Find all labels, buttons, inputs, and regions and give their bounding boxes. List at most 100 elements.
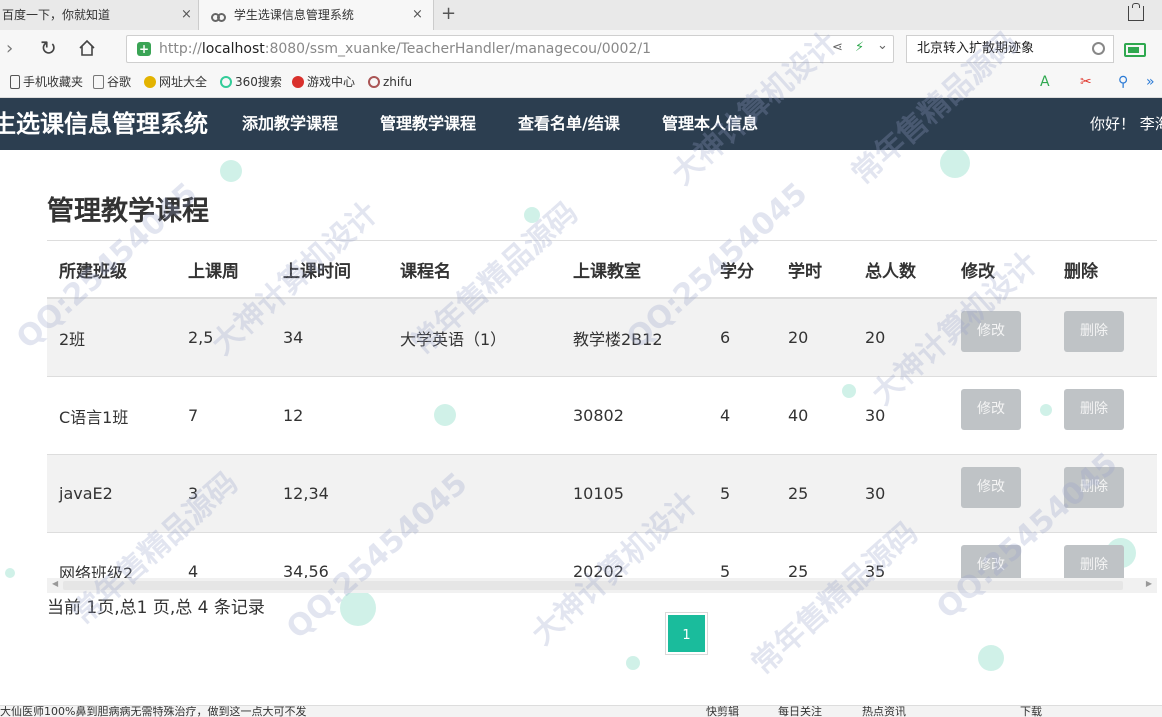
refresh-icon[interactable]: ↻	[40, 36, 57, 60]
column-header: 上课教室	[561, 240, 708, 299]
column-header: 修改	[949, 240, 1052, 299]
cell-credit: 6	[708, 297, 776, 377]
bookmark-google[interactable]: 谷歌	[93, 68, 131, 96]
nav-manage-courses[interactable]: 管理教学课程	[380, 98, 476, 150]
share-icon[interactable]: ⋖	[832, 40, 843, 55]
cell-class: C语言1班	[47, 376, 176, 455]
cell-credit: 4	[708, 376, 776, 455]
status-download[interactable]: 下载	[1020, 706, 1042, 717]
forward-icon[interactable]: ›	[6, 38, 13, 59]
table-header-row: 所建班级 上课周 上课时间 课程名 上课教室 学分 学时 总人数 修改 删除	[47, 240, 1157, 299]
cell-total: 20	[853, 297, 949, 377]
column-header: 课程名	[388, 240, 561, 299]
scissors-icon[interactable]: ✂	[1080, 74, 1092, 90]
browser-status-bar: 大仙医师100%鼻到胆病病无需特殊治疗，做到这一点大可不发 快剪辑 每日关注 热…	[0, 705, 1162, 717]
cell-time: 34,56	[271, 532, 388, 610]
cell-time: 34	[271, 297, 388, 377]
cell-hours: 20	[776, 297, 853, 377]
cell-weeks: 2,5	[176, 297, 271, 377]
cell-class: javaE2	[47, 454, 176, 533]
pagination-summary: 当前 1页,总1 页,总 4 条记录	[47, 598, 265, 618]
cell-course-name	[388, 376, 561, 455]
more-icon[interactable]: »	[1146, 74, 1155, 90]
status-quick-clip[interactable]: 快剪辑	[706, 706, 739, 717]
lightning-icon[interactable]: ⚡	[855, 40, 864, 55]
cell-class: 2班	[47, 297, 176, 377]
table-row: javaE2 3 12,34 10105 5 25 30 修改 删除	[47, 454, 1157, 533]
nav-manage-profile[interactable]: 管理本人信息	[662, 98, 758, 150]
edit-button[interactable]: 修改	[961, 467, 1021, 508]
decor-bubble	[626, 656, 640, 670]
delete-button[interactable]: 删除	[1064, 389, 1124, 430]
column-header: 上课时间	[271, 240, 388, 299]
bookmark-site-directory[interactable]: 网址大全	[144, 68, 207, 96]
user-greeting[interactable]: 你好！ 李海	[1090, 98, 1162, 150]
decor-bubble	[220, 160, 242, 182]
column-header: 删除	[1052, 240, 1157, 299]
url-text[interactable]: http://localhost:8080/ssm_xuanke/Teacher…	[159, 36, 651, 62]
chevron-down-icon[interactable]: ⌄	[877, 38, 888, 53]
browser-tab-baidu[interactable]: 百度一下，你就知道 ×	[0, 0, 198, 30]
table-row: C语言1班 7 12 30802 4 40 30 修改 删除	[47, 376, 1157, 455]
status-hot-news[interactable]: 热点资讯	[862, 706, 906, 717]
translate-icon[interactable]: A	[1040, 74, 1050, 90]
scroll-left-icon[interactable]: ◀	[52, 579, 58, 588]
cell-hours: 40	[776, 376, 853, 455]
decor-bubble	[524, 207, 540, 223]
cell-course-name	[388, 532, 561, 610]
zoom-icon[interactable]: ⚲	[1118, 74, 1128, 90]
skin-icon[interactable]	[1128, 3, 1144, 21]
page-icon	[93, 74, 104, 89]
status-news-text[interactable]: 大仙医师100%鼻到胆病病无需特殊治疗，做到这一点大可不发	[0, 706, 306, 717]
column-header: 总人数	[853, 240, 949, 299]
bookmark-360-search[interactable]: 360搜索	[220, 68, 282, 96]
delete-button[interactable]: 删除	[1064, 311, 1124, 352]
page-title: 管理教学课程	[47, 196, 209, 227]
cell-total: 35	[853, 532, 949, 610]
column-header: 上课周	[176, 240, 271, 299]
browser-tab-active[interactable]: 学生选课信息管理系统 ×	[198, 0, 434, 30]
courses-table: 所建班级 上课周 上课时间 课程名 上课教室 学分 学时 总人数 修改 删除 2…	[47, 240, 1157, 610]
browser-nav-bar: › ↻ + http://localhost:8080/ssm_xuanke/T…	[0, 30, 1162, 68]
pagination-page-button[interactable]: 1	[666, 613, 707, 654]
bookmark-zhifu[interactable]: zhifu	[368, 68, 412, 96]
news-headline[interactable]: 北京转入扩散期迹象	[917, 36, 1034, 62]
cell-weeks: 7	[176, 376, 271, 455]
edit-button[interactable]: 修改	[961, 311, 1021, 352]
search-360-icon	[220, 75, 232, 88]
scrollbar-thumb[interactable]	[63, 581, 1123, 590]
cell-weeks: 3	[176, 454, 271, 533]
new-tab-icon[interactable]: +	[441, 3, 456, 24]
address-bar[interactable]: + http://localhost:8080/ssm_xuanke/Teach…	[126, 35, 894, 63]
tab-close-icon[interactable]: ×	[412, 0, 423, 30]
bookmark-game-center[interactable]: 游戏中心	[292, 68, 355, 96]
column-header: 所建班级	[47, 240, 176, 299]
status-daily-focus[interactable]: 每日关注	[778, 706, 822, 717]
nav-view-roster[interactable]: 查看名单/结课	[518, 98, 620, 150]
tab-close-icon[interactable]: ×	[181, 0, 192, 30]
search-icon[interactable]	[1092, 42, 1105, 55]
decor-bubble	[978, 645, 1004, 671]
app-brand[interactable]: 生选课信息管理系统	[0, 98, 208, 150]
cell-credit: 5	[708, 532, 776, 610]
cell-hours: 25	[776, 532, 853, 610]
bookmark-mobile-favorites[interactable]: 手机收藏夹	[10, 68, 83, 96]
phone-icon	[10, 74, 20, 89]
home-icon[interactable]	[78, 39, 96, 57]
decor-bubble	[940, 148, 970, 178]
delete-button[interactable]: 删除	[1064, 467, 1124, 508]
cell-course-name	[388, 454, 561, 533]
cell-room: 20202	[561, 532, 708, 610]
cell-room: 30802	[561, 376, 708, 455]
nav-add-course[interactable]: 添加教学课程	[242, 98, 338, 150]
news-search-box[interactable]: 北京转入扩散期迹象	[906, 35, 1114, 63]
horizontal-scrollbar[interactable]: ◀ ▶	[47, 578, 1157, 593]
cell-credit: 5	[708, 454, 776, 533]
scroll-right-icon[interactable]: ▶	[1146, 579, 1152, 588]
tab-title: 学生选课信息管理系统	[233, 8, 354, 22]
zhifu-icon	[368, 75, 380, 88]
table-row: 2班 2,5 34 大学英语（1） 教学楼2B12 6 20 20 修改 删除	[47, 297, 1157, 377]
edit-button[interactable]: 修改	[961, 389, 1021, 430]
bookmarks-bar: 手机收藏夹 谷歌 网址大全 360搜索 游戏中心 zhifu A ✂ ⚲ »	[0, 68, 1162, 98]
cell-course-name: 大学英语（1）	[388, 297, 561, 377]
